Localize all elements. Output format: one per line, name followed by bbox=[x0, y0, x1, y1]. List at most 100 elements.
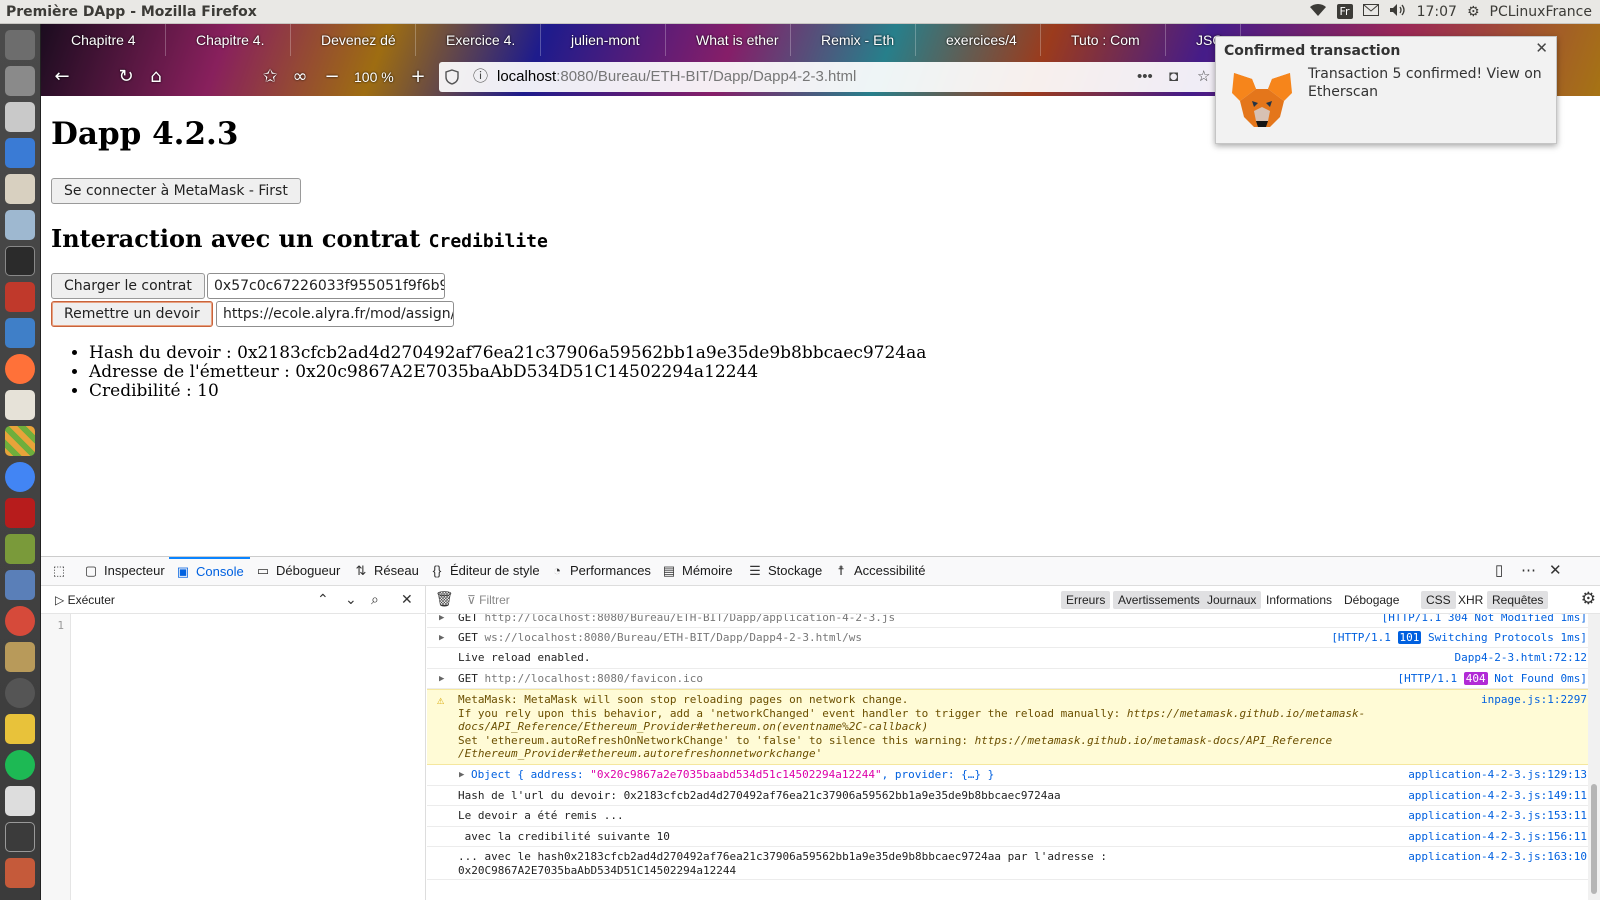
app-icon[interactable] bbox=[5, 858, 35, 888]
archive-icon[interactable] bbox=[5, 174, 35, 204]
search-icon[interactable]: ⌕ bbox=[371, 591, 379, 608]
keyboard-layout-indicator[interactable]: Fr bbox=[1336, 4, 1353, 19]
zoom-level[interactable]: 100 % bbox=[354, 69, 394, 85]
browser-tab[interactable]: Devenez dé bbox=[291, 24, 416, 56]
monitor-icon[interactable] bbox=[5, 822, 35, 852]
log-entry[interactable]: avec la credibilité suivante 10 applicat… bbox=[427, 827, 1600, 847]
mail-icon[interactable] bbox=[1362, 3, 1379, 20]
element-picker-icon[interactable]: ⬚ bbox=[51, 557, 72, 586]
reload-icon[interactable]: ↻ bbox=[113, 64, 139, 90]
log-entry[interactable]: ... avec le hash0x2183cfcb2ad4d270492af7… bbox=[427, 847, 1600, 880]
network-icon[interactable] bbox=[5, 210, 35, 240]
browser-tab[interactable]: Tuto : Com bbox=[1041, 24, 1166, 56]
browser-tab[interactable]: julien-mont bbox=[541, 24, 666, 56]
filezilla-icon[interactable] bbox=[5, 498, 35, 528]
source-link[interactable]: application-4-2-3.js:153:11 bbox=[1408, 809, 1587, 823]
source-link[interactable]: Dapp4-2-3.html:72:12 bbox=[1455, 651, 1587, 665]
chevron-up-icon[interactable]: ⌃ bbox=[317, 591, 329, 608]
page-actions-icon[interactable]: ••• bbox=[1137, 62, 1153, 92]
log-entry[interactable]: Live reload enabled. Dapp4-2-3.html:72:1… bbox=[427, 648, 1600, 669]
tab-storage[interactable]: ☰ Stockage bbox=[747, 557, 822, 586]
chromium-icon[interactable] bbox=[5, 462, 35, 492]
notification-body[interactable]: Transaction 5 confirmed! View on Ethersc… bbox=[1308, 65, 1548, 101]
log-entry[interactable]: ▶ GET http://localhost:8080/Bureau/ETH-B… bbox=[427, 614, 1600, 628]
contract-address-input[interactable]: 0x57c0c67226033f955051f9f6b9e bbox=[207, 273, 445, 299]
clock[interactable]: 17:07 bbox=[1417, 4, 1457, 20]
writer-icon[interactable] bbox=[5, 318, 35, 348]
source-link[interactable]: inpage.js:1:2297 bbox=[1481, 693, 1587, 707]
pocket-list-icon[interactable]: ✩ bbox=[257, 64, 283, 90]
bookmark-star-icon[interactable]: ☆ bbox=[1197, 62, 1210, 92]
zoom-out-icon[interactable]: − bbox=[319, 64, 345, 90]
log-entry[interactable]: Hash de l'url du devoir: 0x2183cfcb2ad4d… bbox=[427, 786, 1600, 806]
filter-info[interactable]: Informations bbox=[1261, 591, 1337, 609]
console-settings-gear-icon[interactable]: ⚙ bbox=[1581, 589, 1596, 609]
expand-arrow-icon[interactable]: ▶ bbox=[439, 614, 444, 625]
filter-xhr[interactable]: XHR bbox=[1453, 591, 1488, 609]
expand-arrow-icon[interactable]: ▶ bbox=[439, 672, 444, 686]
package-icon[interactable] bbox=[5, 642, 35, 672]
terminal-icon[interactable] bbox=[5, 246, 35, 276]
source-link[interactable]: application-4-2-3.js:156:11 bbox=[1408, 830, 1587, 844]
load-contract-button[interactable]: Charger le contrat bbox=[51, 273, 205, 299]
execute-button[interactable]: ▷ Exécuter bbox=[55, 593, 115, 607]
chevron-down-icon[interactable]: ⌄ bbox=[345, 591, 357, 608]
log-entry[interactable]: ▶ GET http://localhost:8080/favicon.ico … bbox=[427, 669, 1600, 689]
mask-icon[interactable]: ∞ bbox=[287, 64, 313, 90]
zoom-in-icon[interactable]: + bbox=[405, 64, 431, 90]
submit-homework-button[interactable]: Remettre un devoir bbox=[51, 301, 213, 327]
log-entry[interactable]: ▶ GET ws://localhost:8080/Bureau/ETH-BIT… bbox=[427, 628, 1600, 648]
back-arrow-icon[interactable]: ← bbox=[49, 64, 75, 90]
tab-console[interactable]: ▣ Console bbox=[169, 557, 250, 586]
home-icon[interactable]: ⌂ bbox=[143, 64, 169, 90]
volume-icon[interactable] bbox=[1389, 3, 1407, 21]
filter-css[interactable]: CSS bbox=[1421, 591, 1456, 609]
close-editor-icon[interactable]: ✕ bbox=[401, 591, 413, 608]
source-link[interactable]: application-4-2-3.js:149:11 bbox=[1408, 789, 1587, 803]
shield-icon[interactable] bbox=[445, 62, 459, 92]
filter-requests[interactable]: Requêtes bbox=[1487, 591, 1549, 609]
tab-memory[interactable]: ▤ Mémoire bbox=[661, 557, 733, 586]
filter-logs[interactable]: Journaux bbox=[1202, 591, 1262, 609]
tab-performance[interactable]: ◔ Performances bbox=[549, 557, 651, 586]
info-icon[interactable]: ⓘ bbox=[473, 62, 488, 92]
remote-desktop-icon[interactable] bbox=[5, 534, 35, 564]
filter-errors[interactable]: Erreurs bbox=[1061, 591, 1111, 609]
browser-tab[interactable]: Chapitre 4. bbox=[166, 24, 291, 56]
close-devtools-icon[interactable]: ✕ bbox=[1549, 557, 1562, 586]
spotify-icon[interactable] bbox=[5, 750, 35, 780]
warning-entry[interactable]: ⚠ MetaMask: MetaMask will soon stop relo… bbox=[427, 689, 1600, 765]
console-input-editor[interactable]: 1 bbox=[41, 614, 426, 900]
editor-icon[interactable] bbox=[5, 786, 35, 816]
close-icon[interactable]: ✕ bbox=[1535, 39, 1548, 57]
network-manager-icon[interactable] bbox=[5, 570, 35, 600]
dock-icon[interactable]: ▯ bbox=[1495, 557, 1503, 586]
more-options-icon[interactable]: ⋯ bbox=[1521, 557, 1536, 586]
tab-accessibility[interactable]: ☨ Accessibilité bbox=[833, 557, 925, 586]
files-icon[interactable] bbox=[5, 66, 35, 96]
connect-metamask-button[interactable]: Se connecter à MetaMask - First bbox=[51, 178, 301, 204]
browser-tab[interactable]: What is ether bbox=[666, 24, 791, 56]
pocket-icon[interactable]: ◘ bbox=[1169, 62, 1178, 92]
user-menu[interactable]: PCLinuxFrance bbox=[1490, 4, 1593, 20]
firefox-icon[interactable] bbox=[5, 354, 35, 384]
text-editor-icon[interactable] bbox=[5, 390, 35, 420]
browser-tab[interactable]: Chapitre 4 bbox=[41, 24, 166, 56]
trash-icon[interactable]: 🗑 bbox=[435, 590, 454, 608]
expand-arrow-icon[interactable]: ▶ bbox=[439, 631, 444, 645]
console-scrollbar[interactable] bbox=[1588, 614, 1600, 900]
url-text[interactable]: localhost:8080/Bureau/ETH-BIT/Dapp/Dapp4… bbox=[497, 62, 856, 92]
vlc-icon[interactable] bbox=[5, 714, 35, 744]
tab-style-editor[interactable]: {} Éditeur de style bbox=[429, 557, 540, 586]
settings-gear-icon[interactable]: ⚙ bbox=[1467, 4, 1480, 20]
tab-network[interactable]: ⇅ Réseau bbox=[353, 557, 419, 586]
filter-warnings[interactable]: Avertissements bbox=[1113, 591, 1205, 609]
log-entry[interactable]: ▶ Object { address: "0x20c9867a2e7035baa… bbox=[427, 765, 1600, 786]
browser-tab[interactable]: Exercice 4. bbox=[416, 24, 541, 56]
browser-icon[interactable] bbox=[5, 606, 35, 636]
source-link[interactable]: application-4-2-3.js:129:13 bbox=[1408, 768, 1587, 782]
disk-icon[interactable] bbox=[5, 678, 35, 708]
thunderbird-icon[interactable] bbox=[5, 138, 35, 168]
expand-arrow-icon[interactable]: ▶ bbox=[459, 768, 464, 782]
filter-debug[interactable]: Débogage bbox=[1339, 591, 1404, 609]
